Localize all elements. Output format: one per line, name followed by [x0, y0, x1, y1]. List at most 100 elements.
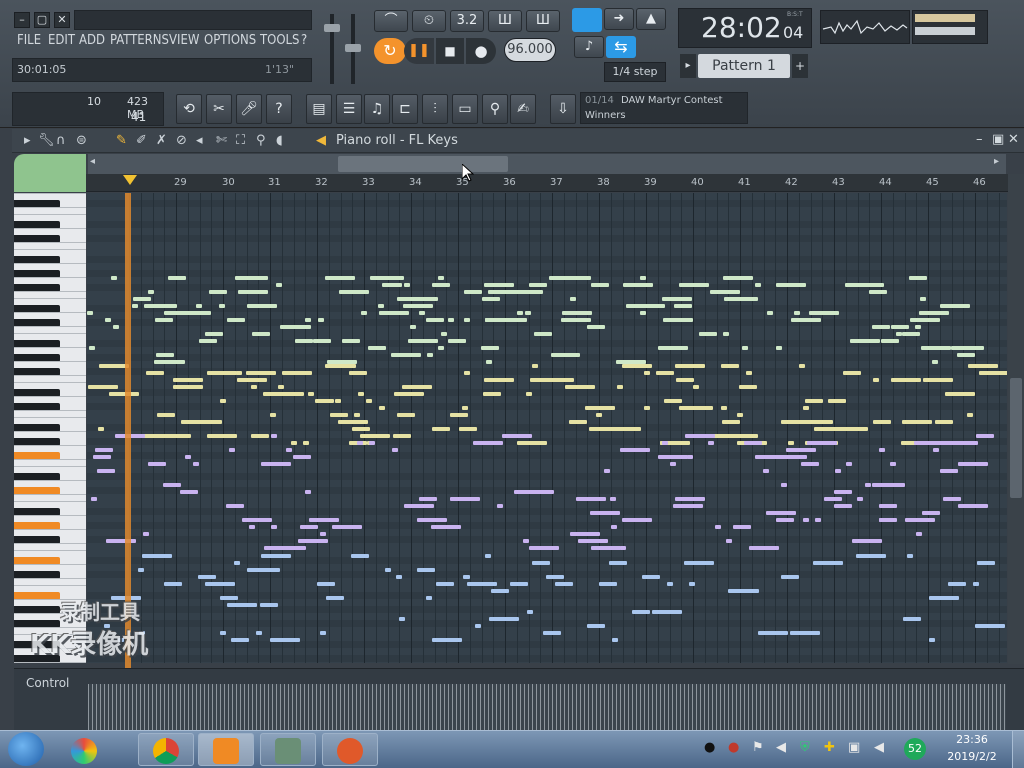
mixer-button[interactable]: ⫶ — [422, 94, 448, 124]
midi-note[interactable] — [856, 554, 886, 558]
midi-note[interactable] — [976, 434, 994, 438]
paint-tool-icon[interactable]: ✐ — [136, 133, 147, 148]
midi-note[interactable] — [338, 420, 368, 424]
midi-note[interactable] — [379, 406, 385, 410]
midi-note[interactable] — [291, 441, 297, 445]
midi-note[interactable] — [733, 525, 751, 529]
vertical-scroll-thumb[interactable] — [1010, 378, 1022, 498]
midi-note[interactable] — [684, 561, 714, 565]
midi-note[interactable] — [402, 385, 432, 389]
midi-note[interactable] — [715, 525, 721, 529]
snap-selector[interactable]: 1/4 step — [604, 62, 666, 82]
image-viewer-icon[interactable] — [260, 733, 316, 766]
midi-note[interactable] — [943, 497, 961, 501]
midi-note[interactable] — [562, 311, 592, 315]
midi-note[interactable] — [309, 518, 339, 522]
midi-note[interactable] — [98, 427, 104, 431]
recorder-app-icon[interactable] — [322, 733, 378, 766]
midi-note[interactable] — [591, 546, 621, 550]
midi-note[interactable] — [105, 318, 111, 322]
midi-note[interactable] — [357, 441, 363, 445]
plus-icon[interactable]: ✚ — [824, 740, 835, 755]
midi-note[interactable] — [763, 469, 769, 473]
midi-note[interactable] — [675, 497, 705, 501]
midi-note[interactable] — [148, 462, 166, 466]
pattern-prev-button[interactable]: ▸ — [680, 54, 696, 78]
touch-controller-button[interactable]: ✍ — [510, 94, 536, 124]
midi-note[interactable] — [846, 462, 852, 466]
plugin-picker-button[interactable]: ⚲ — [482, 94, 508, 124]
midi-note[interactable] — [801, 462, 819, 466]
midi-note[interactable] — [640, 276, 646, 280]
midi-note[interactable] — [723, 332, 729, 336]
midi-note[interactable] — [929, 638, 935, 642]
midi-note[interactable] — [360, 434, 390, 438]
midi-note[interactable] — [229, 448, 235, 452]
midi-note[interactable] — [693, 385, 699, 389]
midi-note[interactable] — [352, 427, 370, 431]
midi-note[interactable] — [589, 427, 619, 431]
midi-note[interactable] — [180, 490, 198, 494]
midi-note[interactable] — [393, 434, 411, 438]
midi-note[interactable] — [527, 610, 533, 614]
midi-note[interactable] — [163, 483, 181, 487]
midi-note[interactable] — [755, 455, 785, 459]
midi-note[interactable] — [464, 290, 482, 294]
midi-note[interactable] — [923, 378, 953, 382]
midi-note[interactable] — [922, 511, 940, 515]
midi-note[interactable] — [813, 561, 843, 565]
midi-note[interactable] — [95, 448, 113, 452]
midi-note[interactable] — [410, 325, 416, 329]
midi-note[interactable] — [699, 332, 717, 336]
midi-note[interactable] — [339, 290, 369, 294]
midi-note[interactable] — [903, 617, 921, 621]
midi-note[interactable] — [570, 297, 576, 301]
midi-note[interactable] — [835, 469, 841, 473]
midi-note[interactable] — [623, 283, 653, 287]
midi-note[interactable] — [587, 325, 605, 329]
midi-note[interactable] — [207, 371, 237, 375]
midi-note[interactable] — [326, 596, 344, 600]
midi-note[interactable] — [109, 392, 139, 396]
midi-note[interactable] — [164, 582, 182, 586]
midi-note[interactable] — [382, 283, 388, 287]
midi-note[interactable] — [419, 497, 437, 501]
midi-note[interactable] — [234, 561, 240, 565]
midi-note[interactable] — [316, 399, 334, 403]
midi-note[interactable] — [179, 311, 209, 315]
midi-note[interactable] — [438, 346, 444, 350]
midi-note[interactable] — [617, 385, 623, 389]
midi-note[interactable] — [111, 276, 117, 280]
midi-note[interactable] — [879, 448, 885, 452]
midi-note[interactable] — [529, 283, 547, 287]
pattern-selector[interactable]: Pattern 1 — [698, 54, 790, 78]
menu-add[interactable]: ADD — [79, 33, 105, 48]
midi-note[interactable] — [687, 455, 693, 459]
midi-note[interactable] — [448, 339, 466, 343]
midi-note[interactable] — [674, 304, 692, 308]
draw-tool-icon[interactable]: ✎ — [116, 133, 127, 148]
midi-note[interactable] — [417, 568, 435, 572]
midi-note[interactable] — [722, 420, 740, 424]
midi-note[interactable] — [834, 504, 852, 508]
midi-note[interactable] — [881, 339, 899, 343]
midi-note[interactable] — [436, 582, 454, 586]
midi-note[interactable] — [622, 364, 652, 368]
typing-keyboard-button[interactable]: ♪ — [574, 36, 604, 58]
midi-note[interactable] — [173, 378, 203, 382]
midi-note[interactable] — [97, 469, 115, 473]
velocity-corner[interactable] — [14, 154, 86, 192]
midi-note[interactable] — [658, 455, 688, 459]
midi-note[interactable] — [199, 339, 217, 343]
midi-note[interactable] — [723, 276, 753, 280]
midi-note[interactable] — [552, 378, 570, 382]
midi-note[interactable] — [231, 638, 249, 642]
midi-note[interactable] — [335, 399, 341, 403]
midi-note[interactable] — [644, 371, 650, 375]
restore-button[interactable]: ▢ — [34, 12, 50, 28]
midi-note[interactable] — [656, 371, 674, 375]
midi-note[interactable] — [250, 568, 280, 572]
midi-note[interactable] — [450, 413, 468, 417]
horizontal-scrollbar[interactable] — [88, 154, 1006, 174]
midi-note[interactable] — [431, 525, 461, 529]
